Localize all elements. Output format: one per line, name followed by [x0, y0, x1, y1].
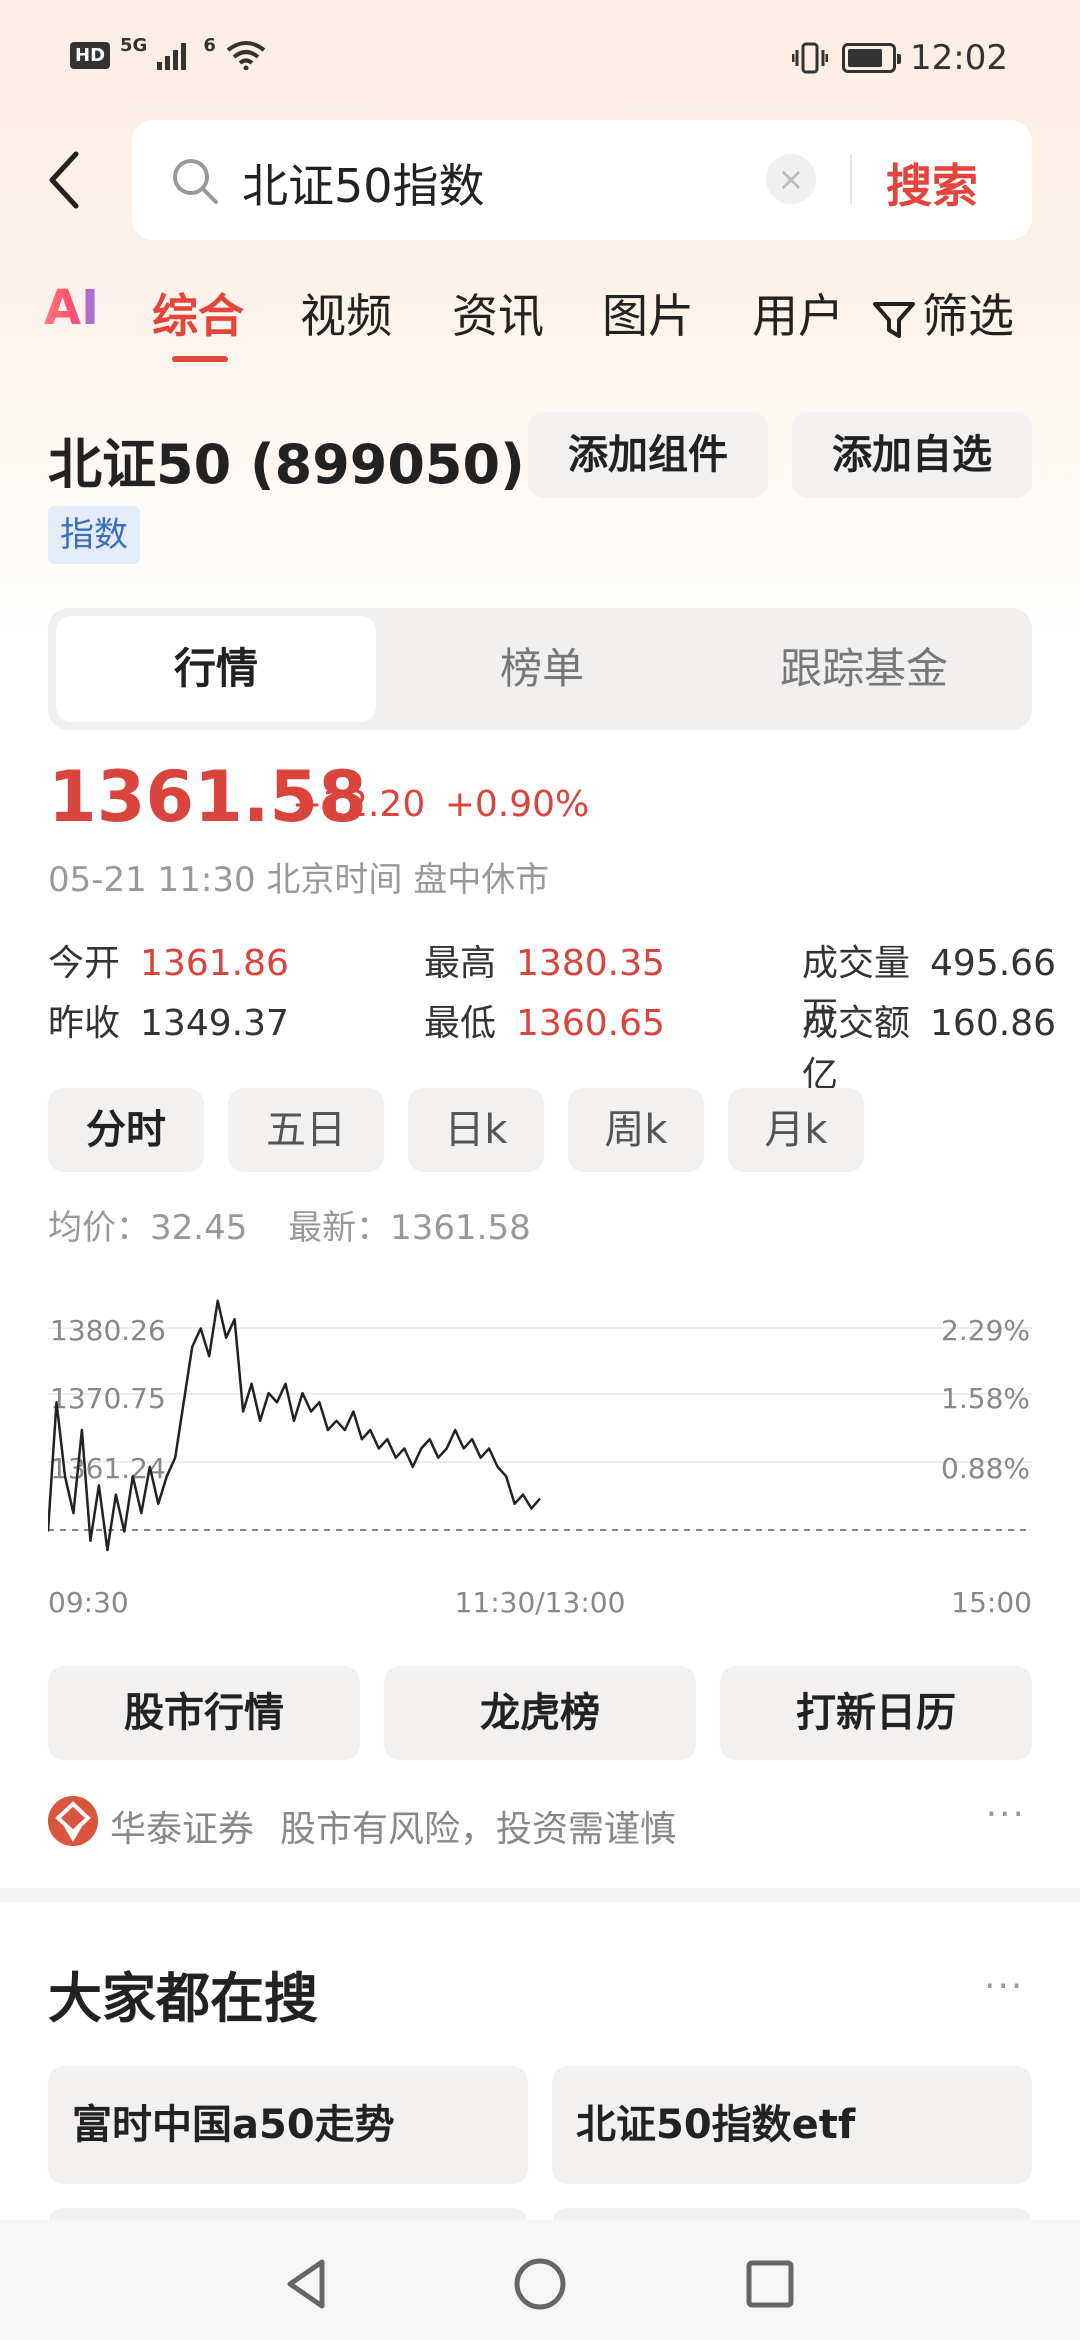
tab-images[interactable]: 图片	[602, 280, 694, 346]
stat-open: 今开 1361.86	[48, 934, 289, 986]
latest-value: 1361.58	[390, 1208, 531, 1248]
hd-badge: HD	[70, 41, 111, 69]
broker-name: 华泰证券	[110, 1809, 255, 1850]
stat-value: 1360.65	[516, 1003, 665, 1044]
period-intraday[interactable]: 分时	[48, 1088, 204, 1172]
broker-logo-icon	[48, 1796, 98, 1846]
stat-prev-close: 昨收 1349.37	[48, 994, 289, 1046]
status-bar-left: HD 5G 6	[70, 35, 266, 70]
tab-users[interactable]: 用户	[752, 280, 844, 346]
chart-x-tick: 15:00	[951, 1586, 1032, 1619]
filter-icon	[873, 301, 915, 338]
chart-y-right-tick: 0.88%	[941, 1452, 1030, 1485]
broker-disclaimer: 股市有风险，投资需谨慎	[280, 1809, 677, 1850]
avg-label: 均价：	[48, 1208, 150, 1248]
tab-comprehensive[interactable]: 综合	[152, 280, 244, 346]
stat-label: 最低	[424, 1003, 497, 1044]
stat-label: 成交额	[802, 1003, 911, 1044]
search-button[interactable]: 搜索	[886, 150, 978, 216]
chart-y-right-tick: 1.58%	[941, 1382, 1030, 1415]
hot-more-icon[interactable]: ···	[984, 1966, 1024, 2007]
period-5day[interactable]: 五日	[228, 1088, 384, 1172]
filter-button[interactable]: 筛选	[872, 280, 1014, 346]
broker-row: 华泰证券 股市有风险，投资需谨慎 ···	[48, 1794, 1032, 1854]
signal-icon	[157, 43, 187, 70]
active-tab-indicator	[172, 356, 228, 362]
status-time: 12:02	[910, 38, 1008, 78]
5g-label: 5G	[120, 34, 148, 56]
back-arrow-icon[interactable]	[44, 150, 84, 210]
battery-icon	[842, 43, 902, 73]
stat-value: 1361.86	[140, 943, 289, 984]
stat-amount: 成交额 160.86亿	[802, 994, 1080, 1098]
chart-y-left-tick: 1370.75	[50, 1382, 166, 1415]
stat-value: 1349.37	[140, 1003, 289, 1044]
chart-x-tick: 11:30/13:00	[455, 1586, 626, 1619]
filter-label: 筛选	[922, 289, 1014, 343]
tab-ai[interactable]: AI	[44, 280, 99, 336]
category-tabs: AI 综合 视频 资讯 图片 用户 筛选	[44, 280, 1054, 370]
segment-tracking-funds[interactable]: 跟踪基金	[704, 616, 1024, 722]
wifi-icon	[226, 41, 266, 70]
avg-value: 32.45	[150, 1208, 248, 1248]
tab-video[interactable]: 视频	[300, 280, 392, 346]
hot-search-item[interactable]: 北证50指数etf	[552, 2066, 1032, 2184]
nav-recents-icon[interactable]	[740, 2254, 800, 2314]
shortcut-market[interactable]: 股市行情	[48, 1666, 360, 1760]
change-value: +12.20	[292, 784, 426, 825]
segmented-control: 行情 榜单 跟踪基金	[48, 608, 1032, 730]
stat-low: 最低 1360.65	[424, 994, 665, 1046]
stat-label: 今开	[48, 943, 121, 984]
chart-y-left-tick: 1380.26	[50, 1314, 166, 1347]
wifi-6-label: 6	[203, 34, 216, 56]
chart-x-tick: 09:30	[48, 1586, 129, 1619]
shortcut-ipo-calendar[interactable]: 打新日历	[720, 1666, 1032, 1760]
intraday-chart[interactable]: 1380.261370.751361.242.29%1.58%0.88%09:3…	[48, 1290, 1032, 1620]
chart-y-right-tick: 2.29%	[941, 1314, 1030, 1347]
index-tag: 指数	[48, 506, 140, 564]
search-input[interactable]: 北证50指数	[242, 150, 485, 216]
stock-title: 北证50 (899050)	[48, 433, 525, 496]
change-percent: +0.90%	[444, 784, 590, 825]
period-monthly-k[interactable]: 月k	[728, 1088, 864, 1172]
vibrate-icon	[792, 42, 829, 74]
system-nav-bar	[0, 2220, 1080, 2340]
market-status: 05-21 11:30 北京时间 盘中休市	[48, 860, 550, 900]
latest-label: 最新：	[288, 1208, 391, 1248]
tab-news[interactable]: 资讯	[452, 280, 544, 346]
period-weekly-k[interactable]: 周k	[568, 1088, 704, 1172]
nav-home-icon[interactable]	[510, 2254, 570, 2314]
average-price-line: 均价：32.45 最新：1361.58	[48, 1200, 531, 1249]
add-widget-button[interactable]: 添加组件	[528, 412, 768, 498]
status-bar-right: 12:02	[792, 38, 1008, 78]
stat-label: 昨收	[48, 1003, 121, 1044]
search-divider	[850, 154, 852, 204]
hot-search-title: 大家都在搜	[48, 1967, 318, 2030]
search-icon	[173, 159, 218, 204]
period-daily-k[interactable]: 日k	[408, 1088, 544, 1172]
segment-quote[interactable]: 行情	[56, 616, 376, 722]
broker-text: 华泰证券 股市有风险，投资需谨慎	[110, 1800, 676, 1852]
search-box[interactable]: 北证50指数 × 搜索	[132, 120, 1032, 240]
nav-back-icon[interactable]	[278, 2254, 338, 2314]
segment-ranking[interactable]: 榜单	[382, 616, 702, 722]
add-watchlist-button[interactable]: 添加自选	[792, 412, 1032, 498]
stat-high: 最高 1380.35	[424, 934, 665, 986]
shortcut-dragon-tiger[interactable]: 龙虎榜	[384, 1666, 696, 1760]
section-divider	[0, 1888, 1080, 1902]
hot-search-item[interactable]: 富时中国a50走势	[48, 2066, 528, 2184]
clear-icon[interactable]: ×	[766, 154, 816, 204]
stat-value: 1380.35	[516, 943, 665, 984]
stat-label: 成交量	[802, 943, 911, 984]
price-change: +12.20 +0.90%	[292, 784, 589, 825]
stat-label: 最高	[424, 943, 497, 984]
broker-more-icon[interactable]: ···	[986, 1794, 1026, 1835]
